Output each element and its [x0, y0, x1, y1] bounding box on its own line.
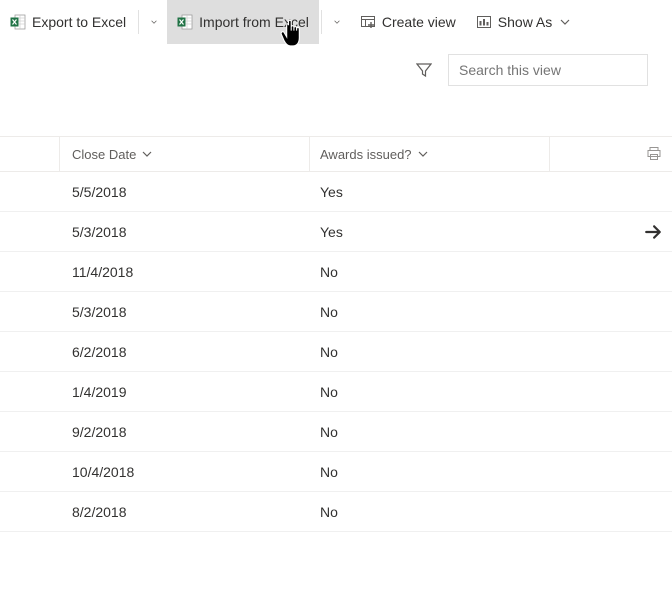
row-pad: [0, 252, 60, 291]
table-row[interactable]: 1/4/2019No: [0, 372, 672, 412]
header-label: Close Date: [72, 147, 136, 162]
cell-awards-issued: No: [310, 332, 550, 371]
search-box[interactable]: [448, 54, 648, 86]
table-row[interactable]: 9/2/2018No: [0, 412, 672, 452]
row-pad: [0, 452, 60, 491]
command-bar: Export to Excel Import from Excel Create…: [0, 0, 672, 44]
chevron-down-icon: [334, 17, 340, 27]
cell-close-date: 5/5/2018: [60, 172, 310, 211]
filter-icon[interactable]: [416, 62, 432, 78]
cell-close-date: 10/4/2018: [60, 452, 310, 491]
row-pad: [0, 372, 60, 411]
header-tail: [550, 146, 672, 162]
cell-close-date: 11/4/2018: [60, 252, 310, 291]
show-as-button[interactable]: Show As: [466, 0, 580, 44]
cell-awards-issued: Yes: [310, 172, 550, 211]
create-view-button[interactable]: Create view: [350, 0, 466, 44]
import-label: Import from Excel: [199, 14, 309, 30]
grid-header: Close Date Awards issued?: [0, 136, 672, 172]
row-pad: [0, 412, 60, 451]
table-row[interactable]: 5/5/2018Yes: [0, 172, 672, 212]
arrow-right-icon[interactable]: [644, 223, 662, 241]
row-tail: [550, 223, 672, 241]
cell-awards-issued: No: [310, 412, 550, 451]
search-bar-row: [0, 44, 672, 96]
cell-close-date: 5/3/2018: [60, 292, 310, 331]
separator: [321, 10, 322, 34]
cell-awards-issued: No: [310, 492, 550, 531]
cell-close-date: 1/4/2019: [60, 372, 310, 411]
cell-awards-issued: No: [310, 452, 550, 491]
export-label: Export to Excel: [32, 14, 126, 30]
row-pad: [0, 332, 60, 371]
import-from-excel-button[interactable]: Import from Excel: [167, 0, 319, 44]
column-header-close-date[interactable]: Close Date: [60, 137, 310, 171]
chevron-down-icon: [151, 17, 157, 27]
table-row[interactable]: 10/4/2018No: [0, 452, 672, 492]
show-as-label: Show As: [498, 14, 552, 30]
create-view-icon: [360, 14, 376, 30]
cell-close-date: 6/2/2018: [60, 332, 310, 371]
excel-icon: [10, 14, 26, 30]
separator: [138, 10, 139, 34]
create-view-label: Create view: [382, 14, 456, 30]
chevron-down-icon: [418, 149, 428, 159]
row-pad: [0, 212, 60, 251]
chevron-down-icon: [560, 17, 570, 27]
cell-close-date: 5/3/2018: [60, 212, 310, 251]
cell-close-date: 9/2/2018: [60, 412, 310, 451]
header-pad: [0, 137, 60, 171]
data-grid: Close Date Awards issued? 5/5/2018Yes5/3…: [0, 136, 672, 532]
chevron-down-icon: [142, 149, 152, 159]
cell-close-date: 8/2/2018: [60, 492, 310, 531]
table-row[interactable]: 11/4/2018No: [0, 252, 672, 292]
column-header-awards-issued[interactable]: Awards issued?: [310, 137, 550, 171]
cell-awards-issued: No: [310, 372, 550, 411]
table-row[interactable]: 8/2/2018No: [0, 492, 672, 532]
header-label: Awards issued?: [320, 147, 412, 162]
print-icon[interactable]: [646, 146, 662, 162]
export-dropdown[interactable]: [141, 0, 167, 44]
cell-awards-issued: Yes: [310, 212, 550, 251]
import-dropdown[interactable]: [324, 0, 350, 44]
table-row[interactable]: 6/2/2018No: [0, 332, 672, 372]
cell-awards-issued: No: [310, 292, 550, 331]
table-row[interactable]: 5/3/2018Yes: [0, 212, 672, 252]
row-pad: [0, 172, 60, 211]
excel-icon: [177, 14, 193, 30]
row-pad: [0, 292, 60, 331]
table-row[interactable]: 5/3/2018No: [0, 292, 672, 332]
cell-awards-issued: No: [310, 252, 550, 291]
search-input[interactable]: [457, 61, 642, 79]
row-pad: [0, 492, 60, 531]
export-to-excel-button[interactable]: Export to Excel: [0, 0, 136, 44]
show-as-icon: [476, 14, 492, 30]
